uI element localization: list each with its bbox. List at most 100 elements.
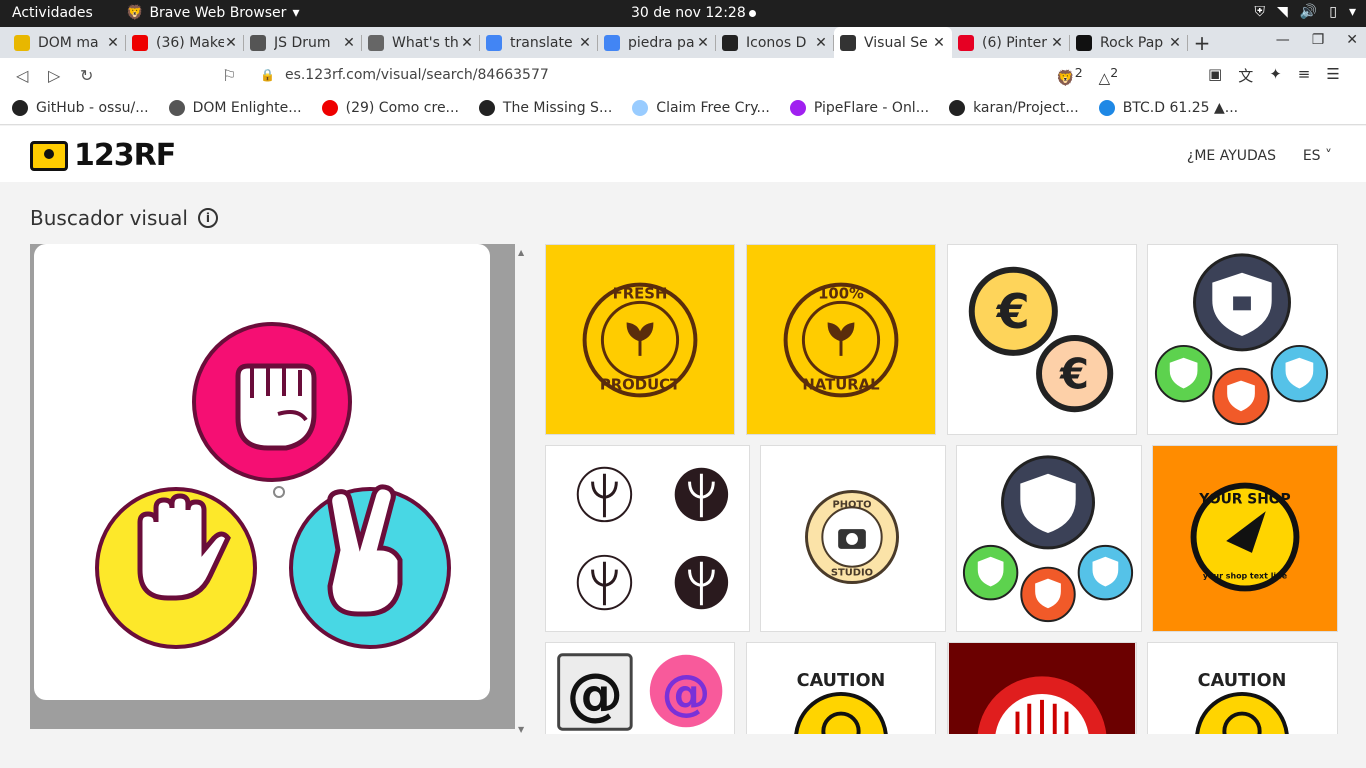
- close-icon[interactable]: ✕: [342, 35, 356, 51]
- reload-icon[interactable]: ↻: [80, 66, 93, 85]
- lock-icon[interactable]: 🔒: [260, 68, 275, 82]
- bookmarks-bar: GitHub - ossu/... DOM Enlighte... (29) C…: [0, 92, 1366, 125]
- fresh-product-badge-image: FRESH PRODUCT: [546, 245, 734, 434]
- bookmark-item[interactable]: (29) Como cre...: [321, 100, 459, 116]
- result-at-symbols[interactable]: @ @: [545, 642, 735, 734]
- site-header: 123RF ¿ME AYUDAS ES ˅: [0, 126, 1366, 182]
- browser-tab[interactable]: DOM ma ✕: [8, 27, 126, 58]
- brave-shield-icon[interactable]: 🦁2: [1056, 65, 1083, 87]
- site-logo[interactable]: 123RF: [30, 138, 176, 173]
- bookmark-item[interactable]: DOM Enlighte...: [168, 100, 302, 116]
- close-icon[interactable]: ✕: [1050, 35, 1064, 51]
- scroll-down-icon[interactable]: ▼: [518, 725, 524, 734]
- browser-tab[interactable]: translate ✕: [480, 27, 598, 58]
- page-title-text: Buscador visual: [30, 206, 188, 230]
- browser-tab-active[interactable]: Visual Se ✕: [834, 27, 952, 58]
- tab-title: JS Drum: [274, 34, 331, 51]
- extension-icon[interactable]: ▣: [1208, 65, 1222, 86]
- bookmark-item[interactable]: BTC.D 61.25 ▲...: [1098, 100, 1238, 116]
- battery-icon: ▯: [1329, 4, 1337, 20]
- bookmark-item[interactable]: Claim Free Cry...: [632, 100, 770, 116]
- bookmark-item[interactable]: The Missing S...: [478, 100, 613, 116]
- activities-button[interactable]: Actividades: [12, 5, 93, 21]
- tab-favicon-icon: [14, 34, 30, 51]
- result-caution[interactable]: CAUTION: [746, 642, 936, 734]
- euro-coins-image: € €: [968, 266, 1114, 413]
- browser-tab[interactable]: What's th ✕: [362, 27, 480, 58]
- menu-icon[interactable]: ☰: [1326, 65, 1339, 86]
- info-icon[interactable]: i: [197, 208, 218, 228]
- app-menu[interactable]: 🦁 Brave Web Browser ▾: [126, 5, 299, 21]
- search-image-panel[interactable]: [30, 244, 515, 729]
- result-shield-badges[interactable]: [956, 445, 1142, 632]
- browser-tab[interactable]: (6) Pinter ✕: [952, 27, 1070, 58]
- browser-tab[interactable]: Iconos D ✕: [716, 27, 834, 58]
- result-photo-studio[interactable]: PHOTO STUDIO: [760, 445, 946, 632]
- result-caution-2[interactable]: CAUTION: [1147, 642, 1338, 734]
- navigation-bar: ◁ ▷ ↻ ⚐ 🔒 es.123rf.com/visual/search/846…: [0, 58, 1366, 92]
- panel-scrollbar[interactable]: ▲ ▼: [515, 244, 529, 734]
- tab-title: Rock Pap: [1100, 34, 1164, 51]
- logo-camera-icon: [30, 140, 68, 171]
- paper-hand-icon: [95, 487, 257, 649]
- url-text: es.123rf.com/visual/search/84663577: [284, 67, 549, 83]
- help-link[interactable]: ¿ME AYUDAS: [1187, 148, 1276, 164]
- bookmark-item[interactable]: PipeFlare - Onl...: [789, 100, 929, 116]
- puzzle-icon[interactable]: ✦: [1269, 65, 1282, 86]
- result-fresh-product[interactable]: FRESH PRODUCT: [545, 244, 735, 435]
- close-icon[interactable]: ✕: [696, 35, 710, 51]
- result-natural[interactable]: 100% NATURAL: [746, 244, 936, 435]
- close-window-icon[interactable]: ✕: [1346, 32, 1358, 48]
- close-icon[interactable]: ✕: [932, 35, 946, 51]
- brave-shields[interactable]: 🦁2 △2: [1056, 65, 1118, 87]
- euro-symbol: €: [1059, 349, 1089, 398]
- badge-top-text: FRESH: [613, 285, 668, 302]
- bookmark-label: (29) Como cre...: [345, 100, 459, 116]
- result-your-shop[interactable]: YOUR SHOP your shop text line: [1152, 445, 1338, 632]
- rewards-icon[interactable]: △2: [1099, 65, 1119, 87]
- at-symbol: @: [662, 665, 711, 722]
- result-circuit[interactable]: [947, 642, 1137, 734]
- circuit-logo-image: [948, 643, 1136, 734]
- tradingview-icon: [1098, 100, 1115, 116]
- terminal-icon: [478, 100, 495, 116]
- bookmark-label: Claim Free Cry...: [656, 100, 770, 116]
- translate-icon[interactable]: 文: [1238, 65, 1253, 86]
- browser-tab[interactable]: Rock Pap ✕: [1070, 27, 1188, 58]
- restore-icon[interactable]: ❐: [1312, 32, 1325, 48]
- scroll-up-icon[interactable]: ▲: [518, 248, 524, 257]
- clock[interactable]: 30 de nov 12:28: [631, 5, 746, 21]
- browser-tab[interactable]: piedra pa ✕: [598, 27, 716, 58]
- bookmark-label: The Missing S...: [502, 100, 613, 116]
- bookmark-label: DOM Enlighte...: [192, 100, 302, 116]
- chevron-down-icon: ˅: [1325, 148, 1332, 164]
- playlist-icon[interactable]: ≡: [1298, 65, 1311, 86]
- close-icon[interactable]: ✕: [460, 35, 474, 51]
- browser-tab[interactable]: (36) Make ✕: [126, 27, 244, 58]
- forward-icon[interactable]: ▷: [48, 66, 60, 85]
- minimize-icon[interactable]: —: [1276, 32, 1290, 48]
- result-security-shields[interactable]: [1147, 244, 1338, 435]
- result-tridents[interactable]: [545, 445, 750, 632]
- bookmark-icon[interactable]: ⚐: [222, 66, 236, 85]
- bookmark-item[interactable]: karan/Project...: [949, 100, 1079, 116]
- close-icon[interactable]: ✕: [1168, 35, 1182, 51]
- back-icon[interactable]: ◁: [16, 66, 28, 85]
- system-tray[interactable]: ⛨ ◥ 🔊 ▯ ▾: [1255, 4, 1356, 20]
- new-tab-button[interactable]: +: [1188, 31, 1216, 55]
- close-icon[interactable]: ✕: [578, 35, 592, 51]
- result-euro-coins[interactable]: € €: [947, 244, 1137, 435]
- shop-title-text: YOUR SHOP: [1198, 491, 1290, 507]
- close-icon[interactable]: ✕: [106, 35, 120, 51]
- notification-dot: [749, 10, 756, 17]
- browser-tab[interactable]: JS Drum ✕: [244, 27, 362, 58]
- search-image-card[interactable]: [34, 244, 490, 700]
- language-selector[interactable]: ES ˅: [1303, 148, 1332, 164]
- address-bar[interactable]: 🔒 es.123rf.com/visual/search/84663577: [246, 61, 1096, 89]
- caution-text: CAUTION: [1198, 671, 1287, 691]
- caution-biohazard-image: CAUTION: [794, 671, 888, 734]
- tab-title: piedra pa: [628, 34, 695, 51]
- bookmark-item[interactable]: GitHub - ossu/...: [12, 100, 149, 116]
- close-icon[interactable]: ✕: [224, 35, 238, 51]
- close-icon[interactable]: ✕: [814, 35, 828, 51]
